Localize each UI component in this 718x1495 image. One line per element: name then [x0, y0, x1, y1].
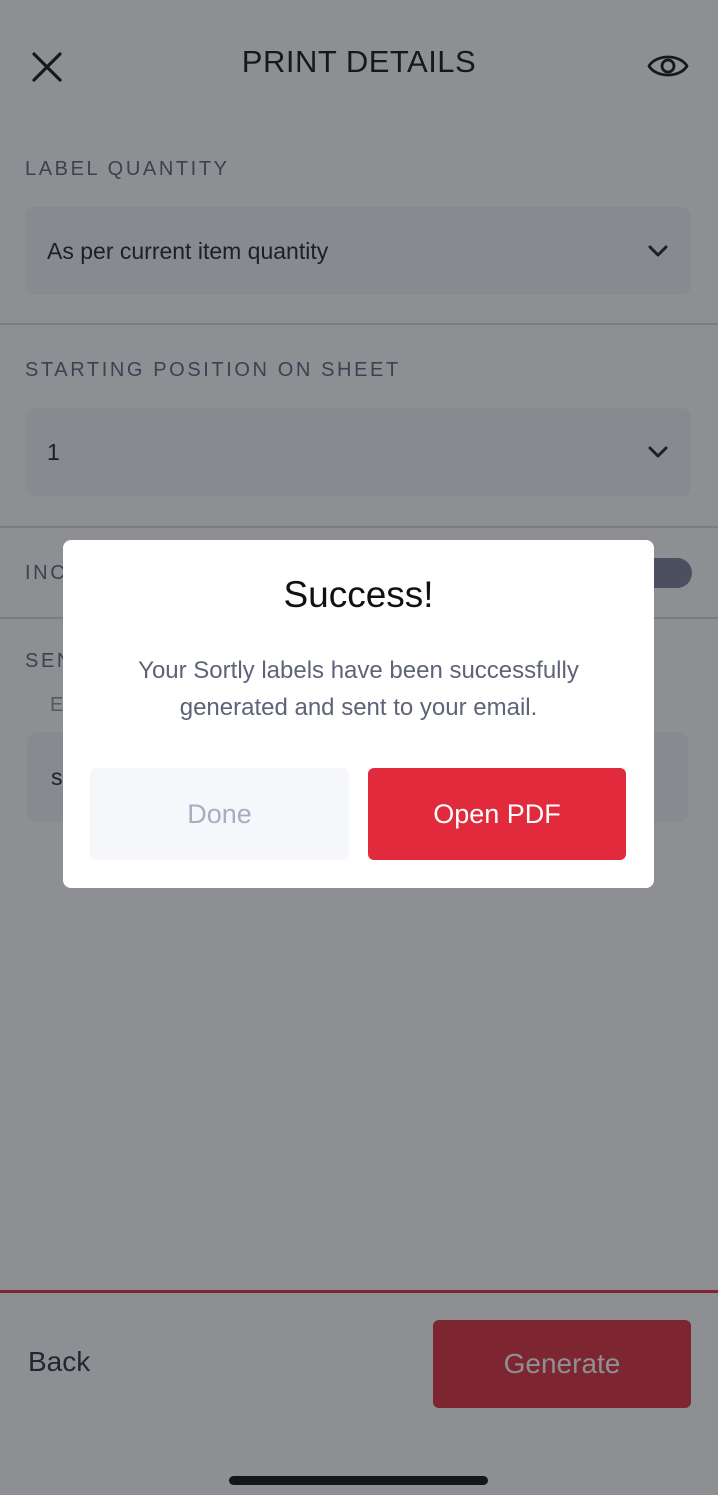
success-dialog: Success! Your Sortly labels have been su…	[63, 540, 654, 888]
dialog-message: Your Sortly labels have been successfull…	[138, 657, 579, 721]
open-pdf-button[interactable]: Open PDF	[368, 768, 626, 860]
done-button[interactable]: Done	[90, 768, 349, 860]
dialog-title: Success!	[283, 574, 434, 615]
